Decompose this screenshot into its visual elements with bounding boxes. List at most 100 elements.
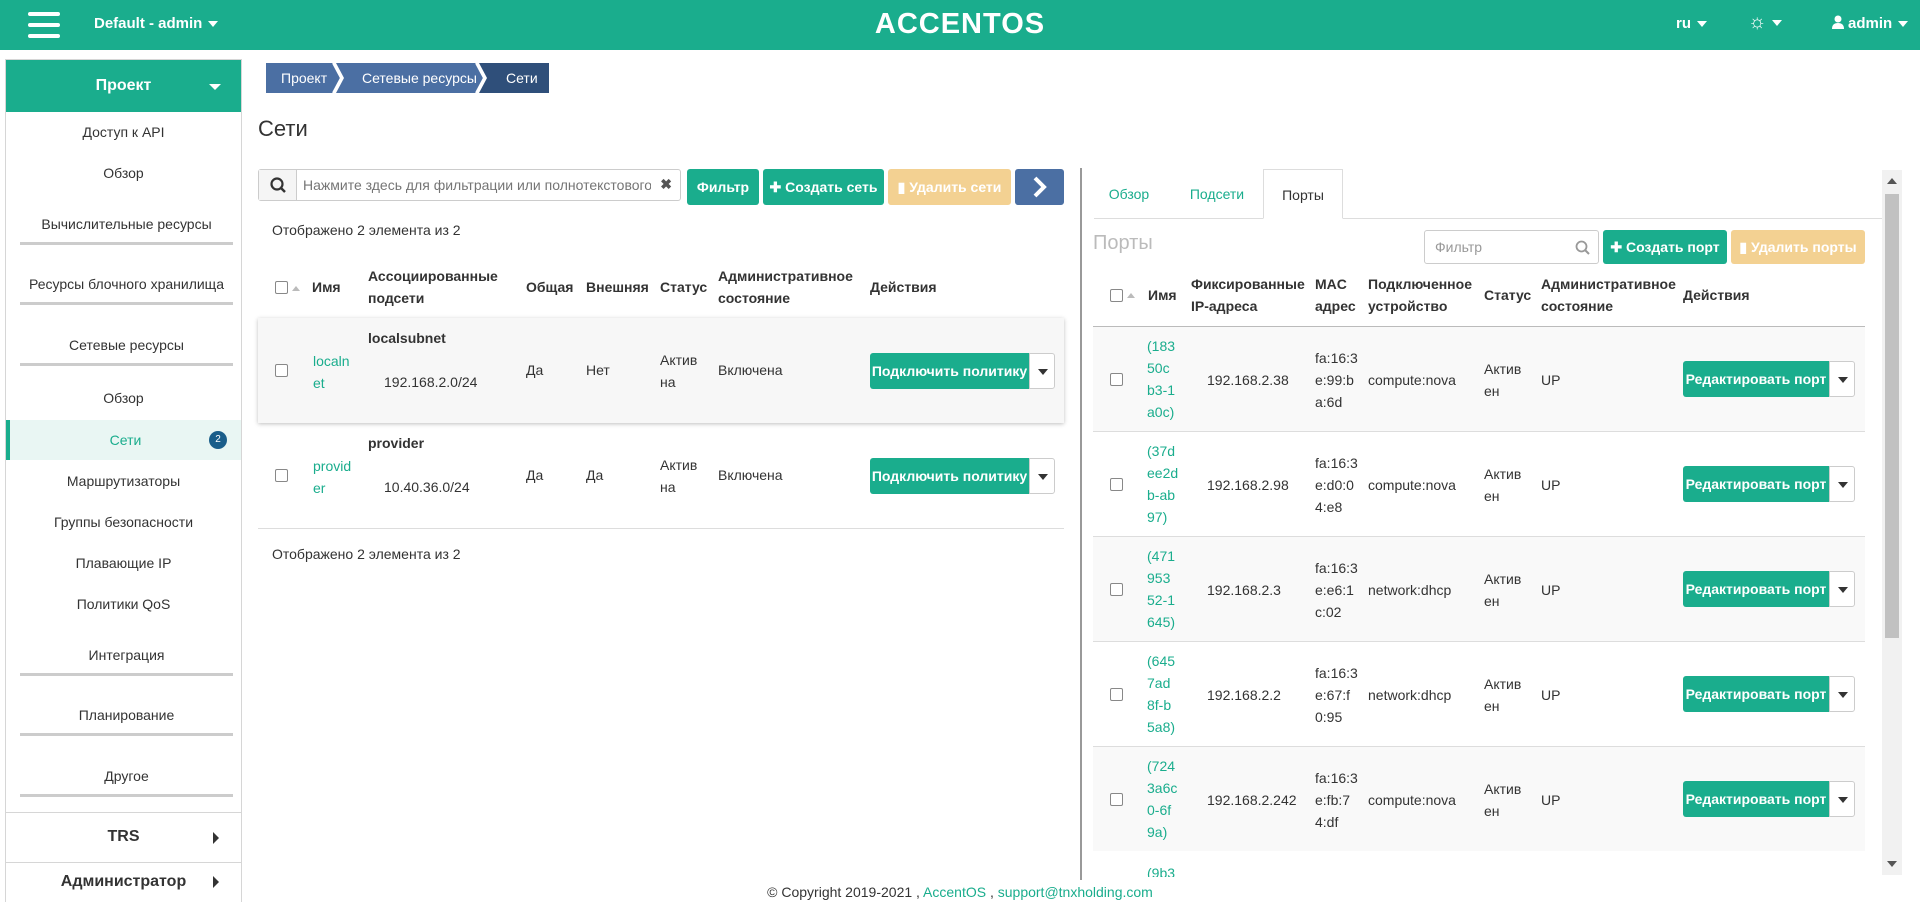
scrollbar-thumb[interactable] [1885,194,1899,638]
ports-select-all-checkbox[interactable] [1110,289,1123,302]
sidebar-group-planning[interactable]: Планирование [20,707,233,736]
filter-button[interactable]: Фильтр [687,169,759,205]
sidebar-group-other[interactable]: Другое [20,768,233,797]
col-external[interactable]: Внешняя [586,276,649,298]
support-email-link[interactable]: support@tnxholding.com [998,884,1153,900]
actions-dropdown-toggle[interactable] [1029,353,1055,389]
edit-port-button[interactable]: Редактировать порт [1683,676,1829,712]
col-name[interactable]: Имя [312,276,341,298]
row-checkbox[interactable] [1110,373,1123,386]
port-name-partial[interactable]: (9b3 [1147,862,1175,877]
search-icon[interactable] [1574,239,1592,257]
ports-col-admin-1[interactable]: Административное [1541,273,1676,295]
network-name-1[interactable]: localn [313,350,350,372]
tab-overview[interactable]: Обзор [1096,169,1162,219]
network-name-1[interactable]: provid [313,455,351,477]
port-name[interactable]: (645 [1147,650,1175,672]
port-name[interactable]: 97) [1147,506,1167,528]
ports-col-name[interactable]: Имя [1148,284,1177,306]
create-network-button[interactable]: ✚ Создать сеть [763,169,884,205]
sidebar-item-routers[interactable]: Маршрутизаторы [6,473,241,489]
port-name[interactable]: 7ad [1147,672,1170,694]
port-name[interactable]: b3-1 [1147,379,1175,401]
port-name[interactable]: 5a8) [1147,716,1175,738]
port-name[interactable]: 52-1 [1147,589,1175,611]
port-name[interactable]: 50c [1147,357,1170,379]
port-name[interactable]: (724 [1147,755,1175,777]
port-name[interactable]: 953 [1147,567,1170,589]
col-shared[interactable]: Общая [526,276,573,298]
edit-port-button[interactable]: Редактировать порт [1683,361,1829,397]
attach-policy-button[interactable]: Подключить политику [870,353,1029,389]
delete-ports-button[interactable]: ▮ Удалить порты [1731,230,1865,264]
ports-col-device-1[interactable]: Подключенное [1368,273,1472,295]
breadcrumb-network-resources[interactable]: Сетевые ресурсы [362,63,477,93]
port-name[interactable]: b-ab [1147,484,1175,506]
sidebar-item-api-access[interactable]: Доступ к API [6,124,241,140]
delete-networks-button[interactable]: ▮ Удалить сети [888,169,1011,205]
row-checkbox[interactable] [1110,688,1123,701]
scroll-down-icon[interactable] [1887,861,1897,867]
sidebar-project-header[interactable]: Проект [6,60,241,112]
port-actions-dropdown-toggle[interactable] [1829,466,1855,502]
language-selector[interactable]: ru [1676,15,1707,32]
ports-scrollbar[interactable] [1882,170,1902,875]
sidebar-group-network[interactable]: Сетевые ресурсы [20,337,233,366]
port-actions-dropdown-toggle[interactable] [1829,361,1855,397]
user-menu[interactable]: admin [1832,15,1909,32]
sidebar-section-trs[interactable]: TRS [6,812,241,862]
actions-dropdown-toggle[interactable] [1029,458,1055,494]
sidebar-group-compute[interactable]: Вычислительные ресурсы [20,216,233,245]
attach-policy-button[interactable]: Подключить политику [870,458,1029,494]
port-actions-dropdown-toggle[interactable] [1829,781,1855,817]
port-name[interactable]: (471 [1147,545,1175,567]
search-icon-box[interactable] [259,170,297,200]
port-name[interactable]: 0-6f [1147,799,1171,821]
row-checkbox[interactable] [1110,793,1123,806]
col-subnets-1[interactable]: Ассоциированные [368,265,498,287]
port-name[interactable]: ee2d [1147,462,1178,484]
create-port-button[interactable]: ✚ Создать порт [1603,230,1727,264]
sidebar-item-floating-ip[interactable]: Плавающие IP [6,555,241,571]
port-name[interactable]: 3a6c [1147,777,1177,799]
edit-port-button[interactable]: Редактировать порт [1683,466,1829,502]
collapse-panel-button[interactable] [1015,169,1064,205]
scroll-up-icon[interactable] [1887,178,1897,184]
tab-subnets[interactable]: Подсети [1183,169,1251,219]
port-name[interactable]: 8f-b [1147,694,1171,716]
port-actions-dropdown-toggle[interactable] [1829,676,1855,712]
row-checkbox[interactable] [275,469,288,482]
ports-filter-input[interactable]: Фильтр [1424,230,1599,264]
port-name[interactable]: 645) [1147,611,1175,633]
theme-selector[interactable]: ☼ [1748,11,1783,34]
sidebar-item-net-overview[interactable]: Обзор [6,390,241,406]
row-checkbox[interactable] [1110,478,1123,491]
ports-col-mac-1[interactable]: MAC [1315,273,1347,295]
breadcrumb-project[interactable]: Проект [281,63,327,93]
col-status[interactable]: Статус [660,276,707,298]
sidebar-item-overview[interactable]: Обзор [6,165,241,181]
edit-port-button[interactable]: Редактировать порт [1683,571,1829,607]
network-name-2[interactable]: er [313,477,325,499]
tab-ports[interactable]: Порты [1263,169,1343,219]
select-all-checkbox[interactable] [275,281,288,294]
port-name[interactable]: 9a) [1147,821,1167,843]
sidebar-group-integration[interactable]: Интеграция [20,647,233,676]
clear-icon[interactable]: ✖ [660,176,672,193]
port-name[interactable]: (183 [1147,335,1175,357]
port-actions-dropdown-toggle[interactable] [1829,571,1855,607]
search-field[interactable]: ✖ [258,169,681,201]
edit-port-button[interactable]: Редактировать порт [1683,781,1829,817]
ports-col-ip-1[interactable]: Фиксированные [1191,273,1305,295]
ports-col-status[interactable]: Статус [1484,284,1531,306]
row-checkbox[interactable] [1110,583,1123,596]
search-input[interactable] [303,175,651,195]
sidebar-item-qos[interactable]: Политики QoS [6,596,241,612]
port-name[interactable]: a0c) [1147,401,1174,423]
row-checkbox[interactable] [275,364,288,377]
sidebar-group-block-storage[interactable]: Ресурсы блочного хранилища [20,276,233,305]
sidebar-item-security-groups[interactable]: Группы безопасности [6,514,241,530]
network-name-2[interactable]: et [313,372,325,394]
col-admin-1[interactable]: Административное [718,265,853,287]
port-name[interactable]: (37d [1147,440,1175,462]
